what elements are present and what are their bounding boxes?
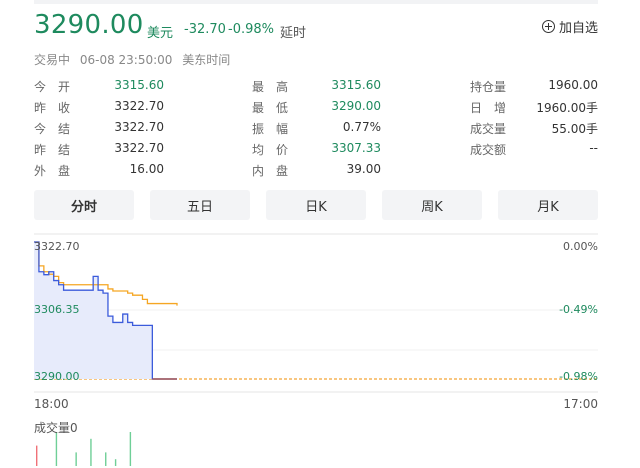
y-label-bottom: 3290.00: [34, 370, 80, 383]
y-label-mid: 3306.35: [34, 303, 80, 316]
volume-bar: [36, 445, 38, 466]
y-right-top: 0.00%: [563, 240, 598, 253]
volume-bar: [114, 459, 117, 466]
volume-bar: [129, 432, 132, 466]
y-label-top: 3322.70: [34, 240, 80, 253]
intraday-chart[interactable]: [0, 0, 640, 468]
y-right-mid: -0.49%: [559, 303, 598, 316]
y-right-bottom: -0.98%: [559, 370, 598, 383]
x-label-start: 18:00: [34, 397, 69, 411]
x-label-end: 17:00: [563, 397, 598, 411]
volume-bar: [105, 452, 107, 466]
volume-bar: [75, 452, 77, 466]
volume-bar: [90, 438, 92, 466]
volume-bar: [55, 432, 58, 466]
volume-label: 成交量0: [34, 421, 78, 435]
